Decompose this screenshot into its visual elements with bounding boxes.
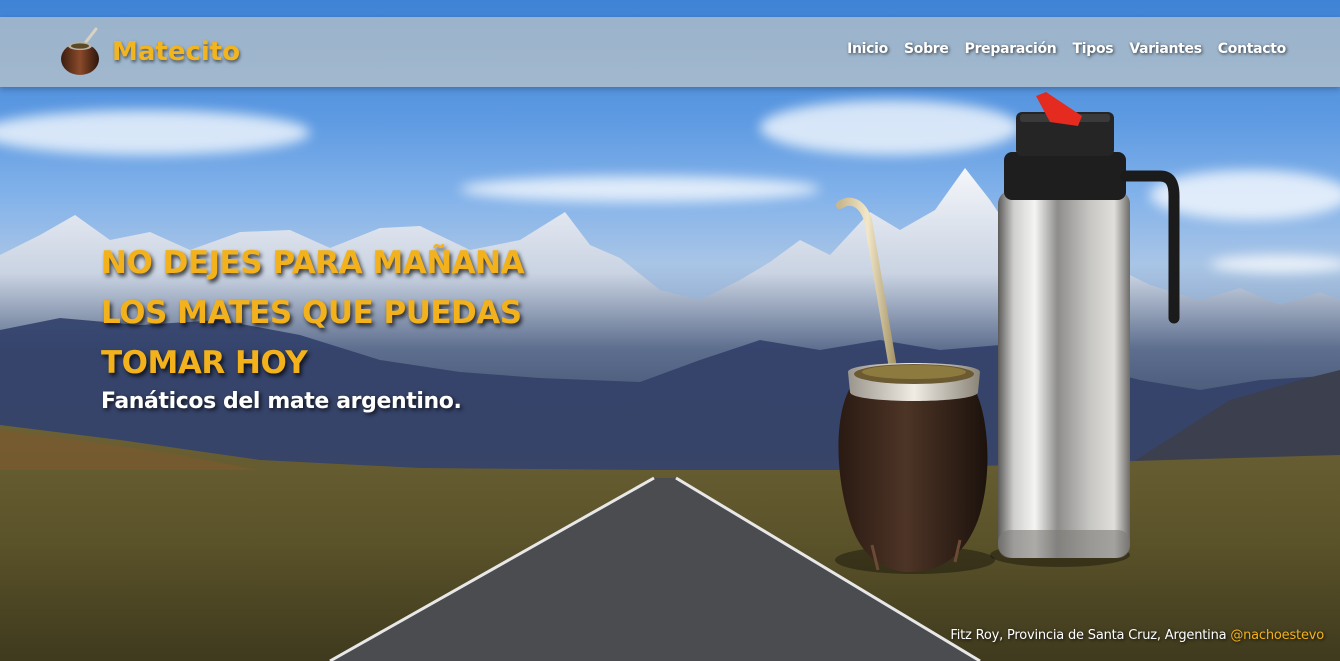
photo-author-link[interactable]: @nachoestevo [1230, 628, 1324, 643]
hero-headline-line: NO DEJES PARA MAÑANA [101, 245, 525, 281]
nav-link-inicio[interactable]: Inicio [847, 41, 888, 57]
brand-logo-link[interactable]: Matecito [58, 23, 240, 81]
hero-headline-line: TOMAR HOY [101, 345, 308, 381]
nav-link-contacto[interactable]: Contacto [1218, 41, 1287, 57]
brand-name: Matecito [112, 37, 241, 67]
photo-location: Fitz Roy, Provincia de Santa Cruz, Argen… [950, 628, 1227, 643]
mate-gourd-icon [58, 25, 102, 79]
hero-subtitle: Fanáticos del mate argentino. [101, 389, 462, 414]
nav-link-tipos[interactable]: Tipos [1072, 41, 1113, 57]
nav-link-sobre[interactable]: Sobre [904, 41, 949, 57]
top-navbar: Matecito Inicio Sobre Preparación Tipos … [0, 17, 1340, 87]
hero-headline-line: LOS MATES QUE PUEDAS [101, 295, 522, 331]
nav-link-variantes[interactable]: Variantes [1129, 41, 1202, 57]
main-nav: Inicio Sobre Preparación Tipos Variantes… [847, 41, 1286, 57]
hero-headline: NO DEJES PARA MAÑANA LOS MATES QUE PUEDA… [101, 238, 621, 388]
nav-link-preparacion[interactable]: Preparación [965, 41, 1057, 57]
photo-credit: Fitz Roy, Provincia de Santa Cruz, Argen… [950, 628, 1324, 643]
